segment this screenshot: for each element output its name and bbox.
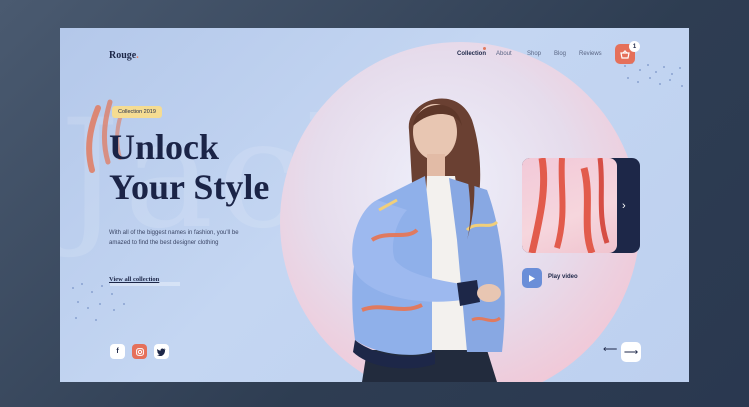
chevron-right-icon[interactable]: › [622, 200, 626, 212]
facebook-icon: f [116, 348, 119, 355]
play-icon [529, 274, 535, 282]
nav-shop[interactable]: Shop [527, 51, 541, 57]
twitter-button[interactable] [154, 344, 169, 359]
instagram-icon [135, 347, 144, 356]
facebook-button[interactable]: f [110, 344, 125, 359]
basket-icon [620, 49, 630, 59]
decorative-dots [624, 62, 683, 87]
twitter-icon [157, 347, 166, 356]
play-video-button[interactable] [522, 268, 542, 288]
next-slide-button[interactable]: ⟶ [621, 342, 641, 362]
arrow-right-icon: ⟶ [623, 346, 639, 358]
nav-active-indicator [483, 47, 486, 50]
video-thumbnail[interactable] [522, 158, 617, 253]
headline-line-2: Your Style [109, 167, 270, 207]
nav-reviews[interactable]: Reviews [579, 51, 602, 57]
arrow-left-icon[interactable]: ⟵ [603, 344, 617, 355]
nav-collection[interactable]: Collection [457, 51, 486, 57]
view-collection-link[interactable]: View all collection [109, 276, 159, 283]
headline-line-1: Unlock [109, 127, 220, 167]
hero-description: With all of the biggest names in fashion… [109, 230, 239, 246]
cart-count-badge: 1 [629, 41, 640, 52]
video-thumbnail-art [528, 158, 610, 253]
play-video-label[interactable]: Play video [548, 274, 578, 280]
nav-blog[interactable]: Blog [554, 51, 566, 57]
nav-about[interactable]: About [496, 51, 512, 57]
brand-logo[interactable]: Rouge. [109, 50, 139, 61]
instagram-button[interactable] [132, 344, 147, 359]
hero-card: Jackets Rouge. Collection About Shop Blo… [60, 28, 689, 382]
hero-headline: Unlock Your Style [109, 127, 269, 207]
collection-tag: Collection 2019 [112, 106, 162, 118]
